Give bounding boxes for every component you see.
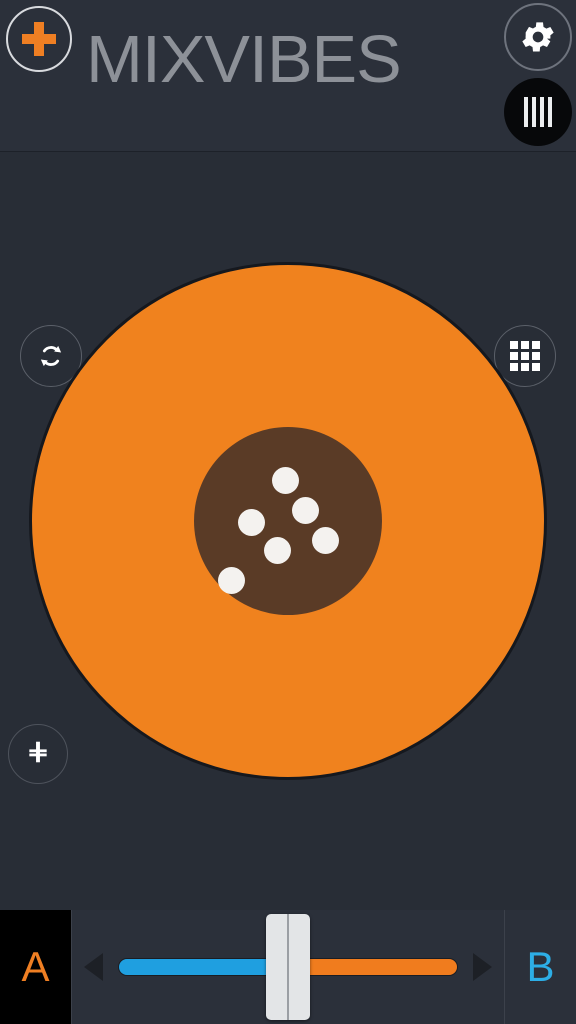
label-dot — [292, 497, 319, 524]
arrow-left-icon[interactable] — [84, 953, 103, 981]
loop-icon — [35, 340, 67, 372]
deck-toolbar: FX — [0, 153, 576, 387]
crossfader-thumb[interactable] — [266, 914, 310, 1020]
vu-meter-icon — [524, 97, 552, 127]
label-dot — [264, 537, 291, 564]
dj-app-root: MIXVIBES A B — [0, 0, 576, 1024]
add-track-button[interactable] — [6, 6, 72, 72]
crossfader-fill-b — [288, 959, 457, 975]
crossfader-track-area[interactable] — [72, 910, 504, 1024]
app-logo: MIXVIBES — [86, 22, 402, 97]
pitch-fader-icon — [25, 739, 51, 770]
label-dot — [238, 509, 265, 536]
crossfader-fill-a — [119, 959, 288, 975]
vu-meter-button[interactable] — [504, 78, 572, 146]
label-dot — [312, 527, 339, 554]
platter-center-label[interactable] — [194, 427, 382, 615]
turntable-platter[interactable] — [29, 262, 547, 780]
transport-controls: CUE SYNC — [0, 805, 576, 910]
pitch-fader-button[interactable] — [8, 724, 68, 784]
arrow-right-icon[interactable] — [473, 953, 492, 981]
gear-icon — [518, 17, 558, 57]
label-dot — [218, 567, 245, 594]
grid-icon — [510, 341, 540, 371]
settings-button[interactable] — [504, 3, 572, 71]
crossfader-bar: A B — [0, 910, 576, 1024]
app-header: MIXVIBES — [0, 0, 576, 152]
deck-a-label[interactable]: A — [0, 910, 72, 1024]
label-dot — [272, 467, 299, 494]
plus-icon — [22, 22, 56, 56]
deck-b-label[interactable]: B — [504, 910, 576, 1024]
